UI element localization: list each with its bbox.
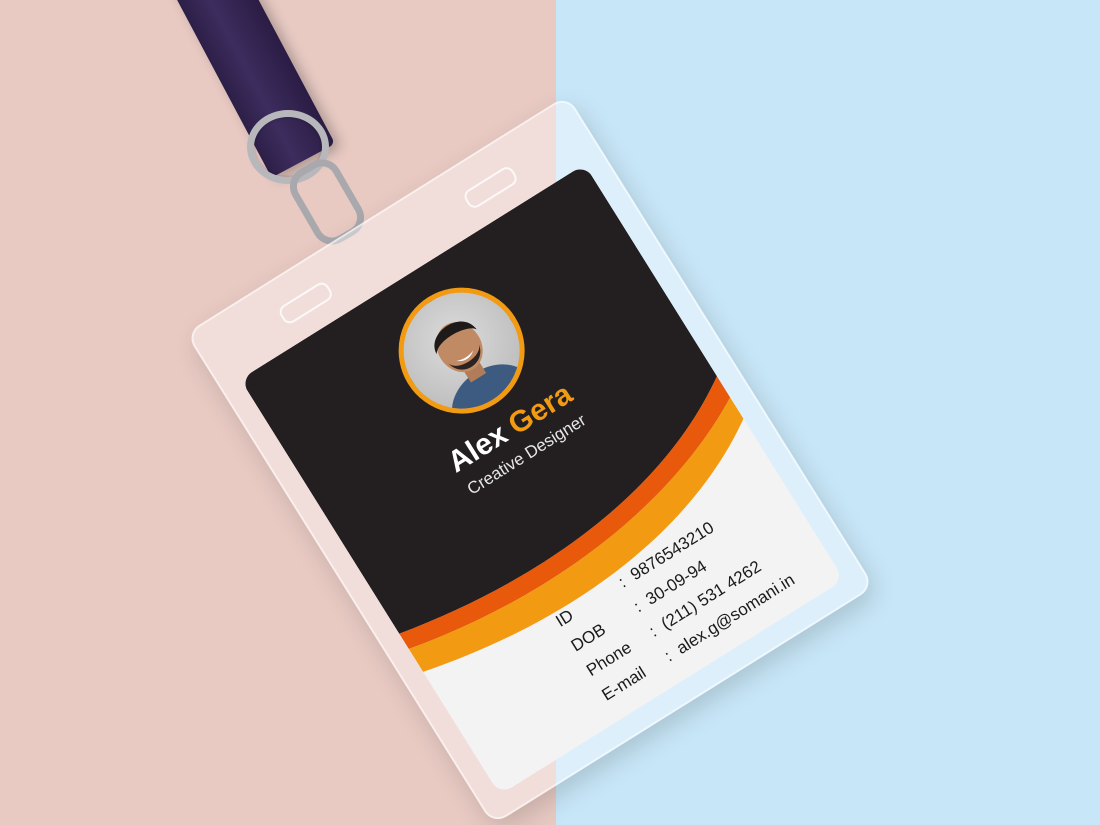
holder-slot-left [276,279,335,327]
holder-slot-right [461,164,520,211]
